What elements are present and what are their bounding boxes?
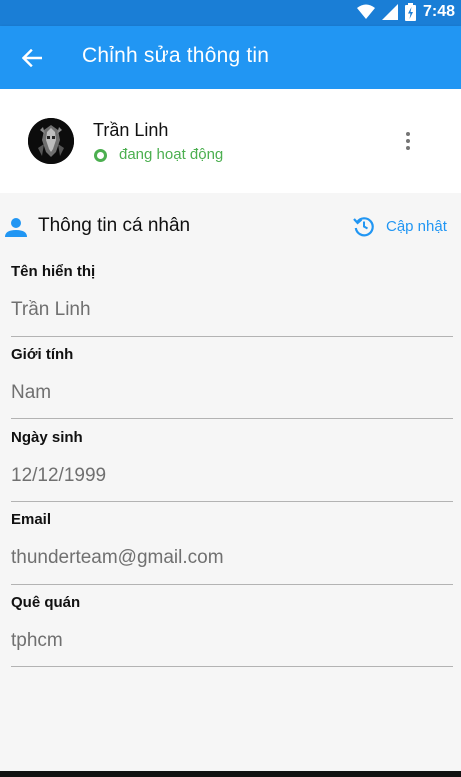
back-button[interactable] bbox=[16, 43, 48, 73]
field-divider bbox=[11, 584, 453, 585]
display-name-field[interactable]: Tên hiển thị Trần Linh bbox=[11, 263, 453, 321]
field-divider bbox=[11, 666, 453, 667]
update-button[interactable]: Cập nhật bbox=[352, 214, 447, 238]
arrow-left-icon bbox=[22, 49, 42, 67]
section-title: Thông tin cá nhân bbox=[38, 215, 191, 236]
online-status-icon bbox=[94, 149, 107, 162]
gender-value[interactable]: Nam bbox=[11, 382, 453, 404]
display-name-label: Tên hiển thị bbox=[11, 263, 96, 280]
hometown-label: Quê quán bbox=[11, 594, 81, 611]
wifi-icon bbox=[356, 4, 375, 19]
birthday-label: Ngày sinh bbox=[11, 429, 83, 446]
more-vertical-icon bbox=[406, 132, 410, 136]
profile-card: Trần Linh đang hoạt động bbox=[0, 89, 461, 193]
gender-field[interactable]: Giới tính Nam bbox=[11, 346, 453, 404]
avatar-image bbox=[28, 118, 74, 164]
app-bar: Chỉnh sửa thông tin bbox=[0, 26, 461, 89]
section-header: Thông tin cá nhân Cập nhật bbox=[0, 203, 461, 249]
display-name-value[interactable]: Trần Linh bbox=[11, 299, 453, 321]
birthday-field[interactable]: Ngày sinh 12/12/1999 bbox=[11, 429, 453, 487]
email-label: Email bbox=[11, 511, 52, 528]
person-icon bbox=[5, 218, 27, 237]
field-divider bbox=[11, 418, 453, 419]
email-field[interactable]: Email thunderteam@gmail.com bbox=[11, 511, 453, 569]
history-icon bbox=[353, 217, 374, 237]
email-value[interactable]: thunderteam@gmail.com bbox=[11, 547, 453, 569]
signal-icon bbox=[381, 4, 398, 20]
battery-charging-icon bbox=[404, 3, 416, 21]
field-divider bbox=[11, 501, 453, 502]
navigation-bar bbox=[0, 771, 461, 777]
avatar[interactable] bbox=[28, 118, 74, 164]
status-icons: 7:48 bbox=[356, 3, 455, 21]
field-divider bbox=[11, 336, 453, 337]
hometown-field[interactable]: Quê quán tphcm bbox=[11, 594, 453, 652]
more-options-button[interactable] bbox=[396, 129, 420, 153]
page-title: Chỉnh sửa thông tin bbox=[82, 44, 270, 67]
update-label: Cập nhật bbox=[386, 217, 447, 235]
birthday-value[interactable]: 12/12/1999 bbox=[11, 465, 453, 487]
status-bar: 7:48 bbox=[0, 0, 461, 26]
profile-name: Trần Linh bbox=[93, 120, 169, 140]
hometown-value[interactable]: tphcm bbox=[11, 630, 453, 652]
online-status-text: đang hoạt động bbox=[119, 146, 224, 163]
status-time: 7:48 bbox=[422, 3, 455, 20]
gender-label: Giới tính bbox=[11, 346, 74, 363]
